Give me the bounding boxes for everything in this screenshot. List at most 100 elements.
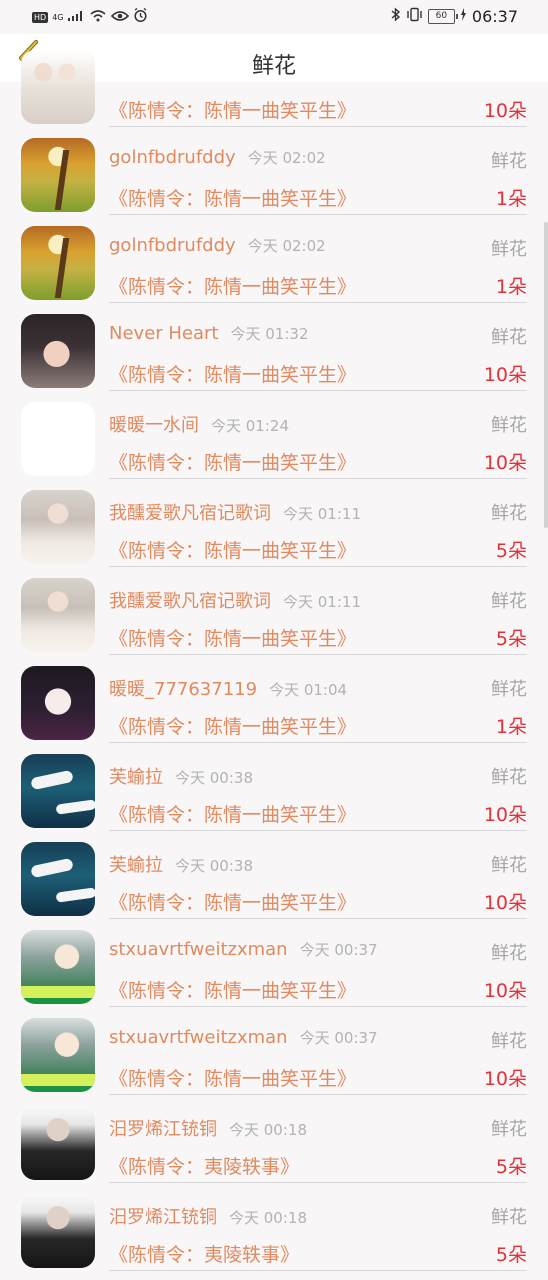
user-name-row [109,59,121,80]
gift-time: 今天 01:04 [269,681,348,699]
list-item[interactable]: golnfbdrufddy 今天 02:02 鲜花 《陈情令：陈情一曲笑平生》 1… [0,214,548,303]
username: Never Heart [109,323,219,344]
username: 我醺爱歌凡宿记歌词 [109,591,271,612]
list-item[interactable]: 我醺爱歌凡宿记歌词 今天 01:11 鲜花 《陈情令：陈情一曲笑平生》 5朵 [0,478,548,567]
user-name-row: 暖暖一水间 今天 01:24 [109,411,289,437]
gift-type: 鲜花 [491,151,527,172]
gift-count: 5朵 [495,540,527,562]
avatar[interactable] [21,314,95,388]
list-item[interactable]: golnfbdrufddy 今天 02:02 鲜花 《陈情令：陈情一曲笑平生》 1… [0,126,548,215]
gift-type: 鲜花 [491,239,527,260]
gift-time: 今天 00:37 [299,1029,378,1047]
username: 我醺爱歌凡宿记歌词 [109,503,271,524]
avatar[interactable] [21,402,95,476]
avatar[interactable] [21,490,95,564]
gift-count: 10朵 [483,892,527,914]
song-title: 《陈情令：陈情一曲笑平生》 [109,628,357,650]
song-title: 《陈情令：陈情一曲笑平生》 [109,892,357,914]
list-item[interactable]: 我醺爱歌凡宿记歌词 今天 01:11 鲜花 《陈情令：陈情一曲笑平生》 5朵 [0,566,548,655]
bluetooth-icon [391,7,401,26]
avatar[interactable] [21,138,95,212]
gift-count: 5朵 [495,1244,527,1266]
gift-time: 今天 01:11 [283,593,361,611]
gift-time: 今天 02:02 [247,149,326,167]
gift-count: 10朵 [483,100,527,122]
list-item[interactable]: 暖暖一水间 今天 01:24 鲜花 《陈情令：陈情一曲笑平生》 10朵 [0,390,548,479]
song-title: 《陈情令：夷陵轶事》 [109,1156,300,1178]
avatar[interactable] [21,754,95,828]
list-item[interactable]: stxuavrtfweitzxman 今天 00:37 鲜花 《陈情令：陈情一曲笑… [0,918,548,1007]
username: 暖暖一水间 [109,415,199,436]
gift-count: 10朵 [483,804,527,826]
list-item[interactable]: Never Heart 今天 01:32 鲜花 《陈情令：陈情一曲笑平生》 10朵 [0,302,548,391]
gift-type: 鲜花 [491,503,527,524]
avatar[interactable] [21,1018,95,1092]
avatar[interactable] [21,842,95,916]
username: golnfbdrufddy [109,235,236,256]
song-title: 《陈情令：陈情一曲笑平生》 [109,980,357,1002]
hd-badge: HD [32,12,49,23]
list-item[interactable]: 暖暖_777637119 今天 01:04 鲜花 《陈情令：陈情一曲笑平生》 1朵 [0,654,548,743]
song-title: 《陈情令：陈情一曲笑平生》 [109,100,357,122]
status-left: HD 4G [32,7,148,27]
avatar[interactable] [21,226,95,300]
gift-count: 1朵 [495,276,527,298]
avatar[interactable] [21,930,95,1004]
avatar[interactable] [21,666,95,740]
song-title: 《陈情令：陈情一曲笑平生》 [109,716,357,738]
user-name-row: 芙蝓拉 今天 00:38 [109,851,253,877]
username: stxuavrtfweitzxman [109,939,288,960]
gift-type: 鲜花 [491,1031,527,1052]
list-item[interactable]: 汨罗烯江铳铜 今天 00:18 鲜花 《陈情令：夷陵轶事》 5朵 [0,1182,548,1271]
clock-time: 06:37 [471,7,518,26]
user-name-row: 汨罗烯江铳铜 今天 00:18 [109,1115,307,1141]
status-right: 60 06:37 [391,7,518,26]
user-name-row: Never Heart 今天 01:32 [109,323,309,344]
list-item[interactable]: 汨罗烯江铳铜 今天 00:18 鲜花 《陈情令：夷陵轶事》 5朵 [0,1094,548,1183]
gift-count: 10朵 [483,364,527,386]
network-label: 4G [52,13,64,22]
gift-time: 今天 01:11 [283,505,361,523]
username: stxuavrtfweitzxman [109,1027,288,1048]
user-name-row: 我醺爱歌凡宿记歌词 今天 01:11 [109,499,361,525]
list-item[interactable]: 《陈情令：陈情一曲笑平生》 10朵 [0,38,548,127]
gift-time: 今天 00:18 [229,1121,307,1139]
gift-count: 1朵 [495,188,527,210]
charging-icon [460,8,467,25]
signal-icon [67,10,85,26]
gift-type: 鲜花 [491,679,527,700]
scrollbar-thumb[interactable] [544,222,548,528]
list-item[interactable]: 芙蝓拉 今天 00:38 鲜花 《陈情令：陈情一曲笑平生》 10朵 [0,830,548,919]
gift-type: 鲜花 [491,855,527,876]
song-title: 《陈情令：陈情一曲笑平生》 [109,804,357,826]
user-name-row: stxuavrtfweitzxman 今天 00:37 [109,939,378,960]
username: 汨罗烯江铳铜 [109,1119,217,1140]
eye-icon [111,10,130,26]
username: 芙蝓拉 [109,767,163,788]
list-item[interactable]: stxuavrtfweitzxman 今天 00:37 鲜花 《陈情令：陈情一曲笑… [0,1006,548,1095]
avatar[interactable] [21,578,95,652]
avatar[interactable] [21,1106,95,1180]
gift-type: 鲜花 [491,1119,527,1140]
song-title: 《陈情令：陈情一曲笑平生》 [109,188,357,210]
gift-time: 今天 00:37 [299,941,378,959]
song-title: 《陈情令：陈情一曲笑平生》 [109,540,357,562]
wifi-icon [89,9,107,27]
user-name-row: 暖暖_777637119 今天 01:04 [109,675,347,701]
user-name-row: 汨罗烯江铳铜 今天 00:18 [109,1203,307,1229]
battery-icon: 60 [427,9,458,24]
gift-time: 今天 02:02 [247,237,326,255]
gift-type: 鲜花 [491,943,527,964]
song-title: 《陈情令：陈情一曲笑平生》 [109,364,357,386]
username: 芙蝓拉 [109,855,163,876]
gift-type: 鲜花 [491,591,527,612]
gift-count: 10朵 [483,452,527,474]
list-item[interactable]: 芙蝓拉 今天 00:38 鲜花 《陈情令：陈情一曲笑平生》 10朵 [0,742,548,831]
song-title: 《陈情令：陈情一曲笑平生》 [109,452,357,474]
avatar[interactable] [21,1194,95,1268]
avatar[interactable] [21,50,95,124]
gift-count: 5朵 [495,1156,527,1178]
user-name-row: stxuavrtfweitzxman 今天 00:37 [109,1027,378,1048]
gift-time: 今天 00:18 [229,1209,307,1227]
gift-count: 1朵 [495,716,527,738]
